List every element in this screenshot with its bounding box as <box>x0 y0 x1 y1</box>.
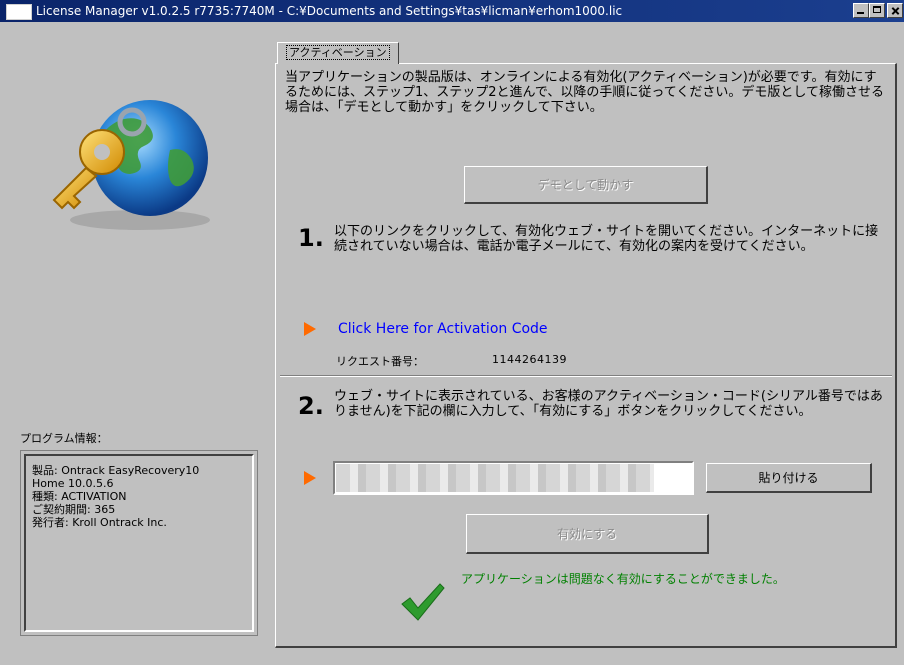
play-arrow-icon <box>304 322 316 336</box>
step2-number: 2. <box>298 392 324 420</box>
demo-button-label: デモとして動かす <box>537 178 634 192</box>
step1-number: 1. <box>298 224 324 252</box>
step2-text: ウェブ・サイトに表示されている、お客様のアクティベーション・コード(シリアル番号… <box>334 389 883 419</box>
request-number-label: リクエスト番号： <box>336 355 424 368</box>
activation-code-input[interactable] <box>333 461 694 495</box>
activate-button-label: 有効にする <box>556 527 618 541</box>
step-divider <box>280 375 892 377</box>
program-info-label: プログラム情報： <box>20 432 108 445</box>
success-message: アプリケーションは問題なく有効にすることができました。 <box>461 572 785 586</box>
tab-activation[interactable]: アクティベーション <box>277 42 399 64</box>
window-title: License Manager v1.0.2.5 r7735:7740M - C… <box>36 4 623 18</box>
checkmark-icon <box>401 583 445 621</box>
close-button[interactable] <box>887 3 903 18</box>
demo-button[interactable]: デモとして動かす <box>464 166 708 204</box>
intro-text: 当アプリケーションの製品版は、オンラインによる有効化(アクティベーション)が必要… <box>285 70 884 115</box>
program-info-box: 製品: Ontrack EasyRecovery10 Home 10.0.5.6… <box>20 450 258 636</box>
minimize-button[interactable] <box>853 3 869 18</box>
play-arrow-icon <box>304 471 316 485</box>
request-number-value: 1144264139 <box>492 353 567 366</box>
info-line-publisher: 発行者: Kroll Ontrack Inc. <box>32 516 167 529</box>
paste-button[interactable]: 貼り付ける <box>706 463 872 493</box>
activation-code-link[interactable]: Click Here for Activation Code <box>338 321 548 337</box>
info-line-version: Home 10.0.5.6 <box>32 477 114 490</box>
info-line-product: 製品: Ontrack EasyRecovery10 <box>32 464 200 477</box>
maximize-button[interactable] <box>869 3 885 18</box>
app-icon <box>6 4 32 20</box>
step1-text: 以下のリンクをクリックして、有効化ウェブ・サイトを開いてください。インターネット… <box>334 224 879 254</box>
activate-button[interactable]: 有効にする <box>466 514 709 554</box>
info-line-term: ご契約期間: 365 <box>32 503 116 516</box>
info-line-type: 種類: ACTIVATION <box>32 490 127 503</box>
program-info-text: 製品: Ontrack EasyRecovery10 Home 10.0.5.6… <box>24 454 254 632</box>
tab-activation-label: アクティベーション <box>286 45 390 60</box>
key-globe-icon <box>52 100 210 230</box>
title-bar: License Manager v1.0.2.5 r7735:7740M - C… <box>0 0 904 22</box>
